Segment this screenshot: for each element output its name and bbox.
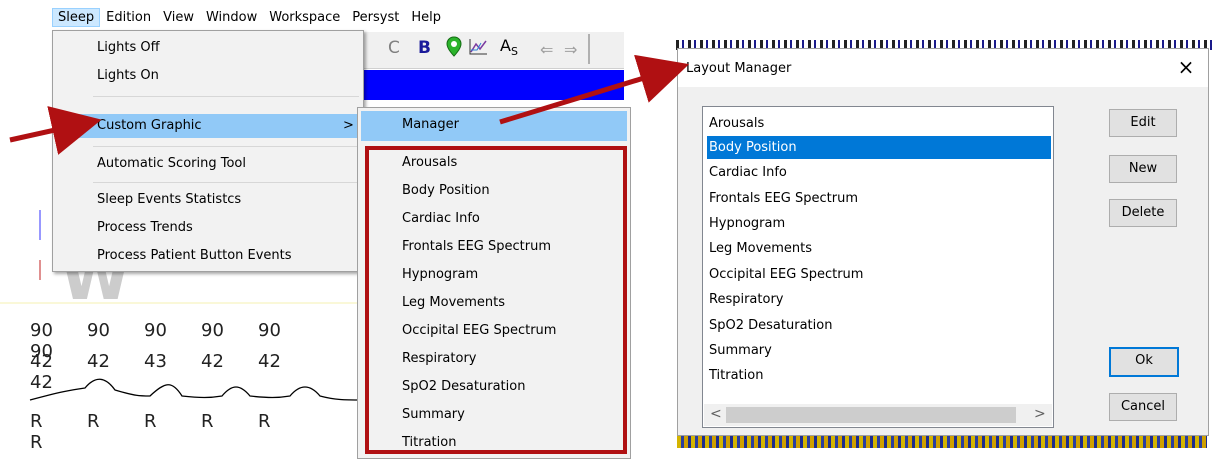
list-item-frontals-eeg[interactable]: Frontals EEG Spectrum [707, 187, 1051, 210]
value-cell: 90 [144, 320, 167, 341]
list-item-leg-movements[interactable]: Leg Movements [707, 237, 1051, 260]
menu-item-process-patient-button-events[interactable]: Process Patient Button Events [97, 248, 292, 263]
menu-bar: Sleep Edition View Window Workspace Pers… [52, 6, 622, 28]
menu-item-lights-off[interactable]: Lights Off [97, 40, 160, 55]
value-cell: R [201, 411, 214, 432]
menu-separator [93, 96, 359, 97]
edit-button[interactable]: Edit [1109, 109, 1177, 137]
layout-manager-dialog: Layout Manager × Arousals Body Position … [677, 48, 1209, 436]
c-button[interactable]: C [388, 38, 400, 58]
submenu-highlight [361, 111, 627, 141]
menu-sleep[interactable]: Sleep [52, 7, 101, 27]
menu-item-process-trends[interactable]: Process Trends [97, 220, 193, 235]
background-signal-strip-bottom [677, 436, 1207, 448]
menu-item-lights-on[interactable]: Lights On [97, 68, 159, 83]
submenu-arrow-icon: > [343, 118, 354, 133]
back-arrow-icon[interactable]: ⇐ [540, 40, 553, 59]
toolbar: C B AS ⇐ ⇒ [362, 32, 624, 69]
menu-separator [93, 146, 359, 147]
value-cell: 90 [30, 320, 53, 341]
dialog-title-bar: Layout Manager × [678, 49, 1208, 87]
menu-item-sleep-events-statistics[interactable]: Sleep Events Statistcs [97, 192, 241, 207]
list-item-titration[interactable]: Titration [707, 364, 1051, 387]
menu-separator [93, 182, 359, 183]
signal-header-bar [362, 70, 624, 100]
scroll-left-icon[interactable]: < [710, 406, 722, 422]
value-cell: 42 [258, 351, 281, 372]
value-cell: 90 [87, 320, 110, 341]
list-item-spo2[interactable]: SpO2 Desaturation [707, 314, 1051, 337]
scrollbar-thumb[interactable] [726, 407, 1016, 423]
value-cell: 42 [87, 351, 110, 372]
annotation-red-box [365, 146, 627, 454]
text-icon[interactable]: AS [500, 36, 518, 58]
cancel-button[interactable]: Cancel [1109, 393, 1177, 421]
close-icon[interactable]: × [1174, 55, 1198, 79]
scroll-right-icon[interactable]: > [1034, 406, 1046, 422]
dialog-title: Layout Manager [686, 61, 792, 76]
list-item-summary[interactable]: Summary [707, 339, 1051, 362]
list-item-occipital-eeg[interactable]: Occipital EEG Spectrum [707, 263, 1051, 286]
value-cell: 90 [258, 320, 281, 341]
sleep-menu-dropdown: Lights Off Lights On Custom Graphic > Au… [52, 30, 364, 272]
value-cell: 42 [201, 351, 224, 372]
toolbar-separator [588, 34, 590, 64]
menu-workspace[interactable]: Workspace [263, 8, 346, 27]
value-cell: 42 [30, 372, 53, 393]
value-cell: 42 [30, 351, 53, 372]
value-row-2: 42 42 43 42 4242 [30, 351, 362, 393]
menu-persyst[interactable]: Persyst [346, 8, 405, 27]
new-button[interactable]: New [1109, 155, 1177, 183]
menu-view[interactable]: View [157, 8, 200, 27]
value-cell: 43 [144, 351, 167, 372]
menu-help[interactable]: Help [405, 8, 447, 27]
layout-listbox[interactable]: Arousals Body Position Cardiac Info Fron… [702, 106, 1054, 428]
list-item-arousals[interactable]: Arousals [707, 112, 1051, 135]
forward-arrow-icon[interactable]: ⇒ [564, 40, 577, 59]
horizontal-scrollbar[interactable]: < > [704, 404, 1052, 426]
value-cell: R [144, 411, 157, 432]
value-cell: R [87, 411, 100, 432]
b-button[interactable]: B [418, 38, 431, 58]
menu-window[interactable]: Window [200, 8, 263, 27]
ok-button[interactable]: Ok [1109, 347, 1179, 377]
list-item-hypnogram[interactable]: Hypnogram [707, 212, 1051, 235]
value-cell: R [30, 411, 43, 432]
value-cell: R [258, 411, 271, 432]
list-item-body-position[interactable]: Body Position [707, 136, 1051, 159]
value-cell: 90 [201, 320, 224, 341]
chart-icon[interactable] [468, 38, 488, 61]
menu-item-automatic-scoring[interactable]: Automatic Scoring Tool [97, 156, 246, 171]
menu-item-custom-graphic[interactable]: Custom Graphic [97, 118, 202, 133]
list-item-cardiac-info[interactable]: Cardiac Info [707, 161, 1051, 184]
submenu-item-manager[interactable]: Manager [402, 117, 459, 132]
value-row-3: R R R R RR [30, 411, 362, 453]
list-item-respiratory[interactable]: Respiratory [707, 288, 1051, 311]
pin-icon[interactable] [446, 36, 462, 63]
menu-edition[interactable]: Edition [100, 8, 157, 27]
delete-button[interactable]: Delete [1109, 199, 1177, 227]
value-cell: R [30, 432, 43, 453]
